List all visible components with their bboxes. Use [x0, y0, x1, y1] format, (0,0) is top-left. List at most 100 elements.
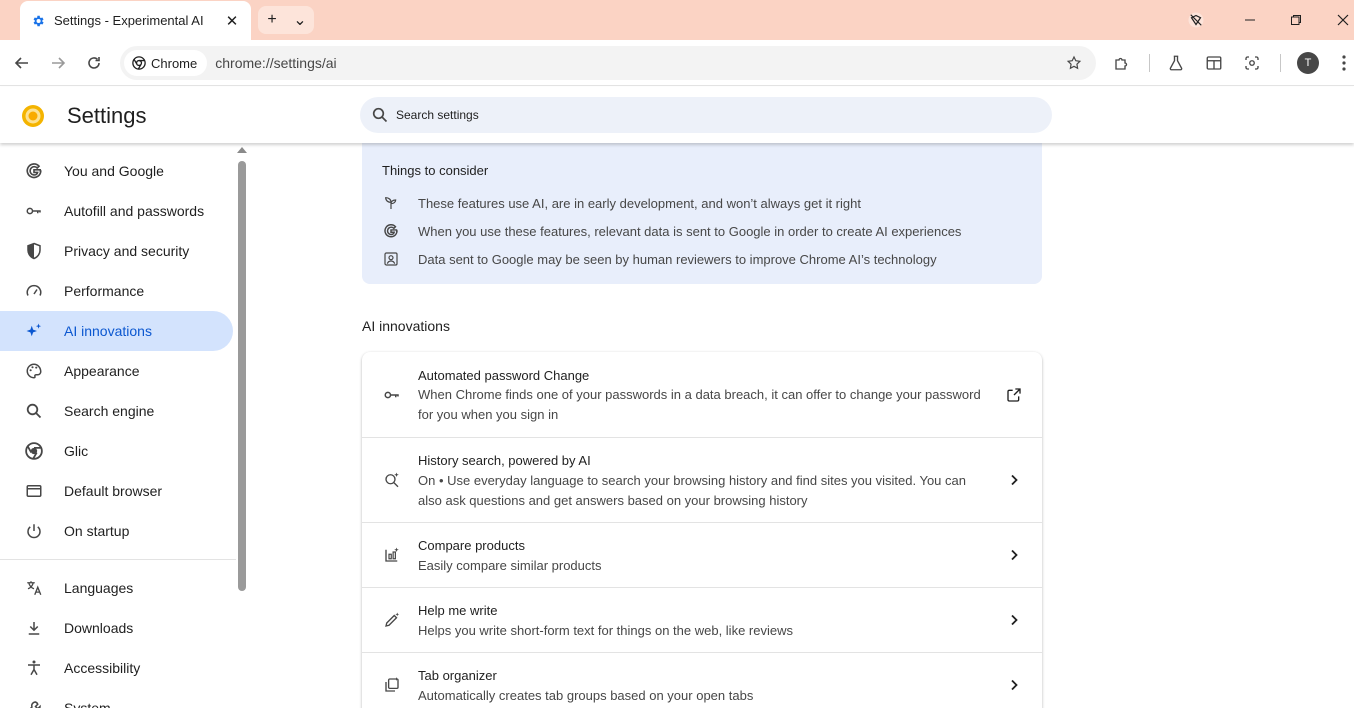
close-window-icon[interactable] — [1320, 0, 1354, 40]
sidebar-item-default-browser[interactable]: Default browser — [0, 471, 233, 511]
sidebar-item-label: You and Google — [64, 163, 164, 179]
settings-header: Settings Search settings — [0, 87, 1354, 143]
bookmark-star-icon[interactable] — [1060, 49, 1088, 77]
reload-icon[interactable] — [80, 49, 108, 77]
sidebar-item-label: System — [64, 700, 111, 708]
sparkle-search-icon — [382, 470, 402, 490]
feature-description: Helps you write short-form text for thin… — [418, 623, 793, 638]
feature-row-compare-products[interactable]: Compare products Easily compare similar … — [362, 522, 1042, 587]
feature-row-tab-organizer[interactable]: Tab organizer Automatically creates tab … — [362, 652, 1042, 708]
toolbar-separator — [1280, 54, 1281, 72]
close-tab-icon[interactable]: ✕ — [223, 12, 241, 30]
browser-window-icon — [24, 481, 44, 501]
sidebar-item-appearance[interactable]: Appearance — [0, 351, 233, 391]
feature-row-history-search[interactable]: History search, powered by AI On • Use e… — [362, 437, 1042, 522]
feature-description: Automatically creates tab groups based o… — [418, 688, 754, 703]
sidebar-item-system[interactable]: System — [0, 688, 233, 708]
translate-icon — [24, 578, 44, 598]
sidebar-item-label: AI innovations — [64, 323, 152, 339]
consider-text: These features use AI, are in early deve… — [418, 195, 861, 211]
labs-flask-icon[interactable] — [1162, 49, 1190, 77]
google-g-icon — [382, 222, 400, 240]
profile-avatar[interactable]: T — [1297, 52, 1319, 74]
download-icon — [24, 618, 44, 638]
feature-title: Compare products — [418, 538, 525, 553]
sidebar-item-performance[interactable]: Performance — [0, 271, 233, 311]
tab-strip: Settings - Experimental AI ✕ + ⌄ — [0, 0, 1354, 40]
chrome-icon — [132, 56, 146, 70]
site-info-chip[interactable]: Chrome — [124, 50, 208, 76]
section-title-ai-innovations: AI innovations — [362, 318, 450, 334]
back-arrow-icon[interactable] — [8, 49, 36, 77]
speedometer-icon — [24, 281, 44, 301]
sidebar-item-label: Default browser — [64, 483, 163, 499]
sidebar-item-ai-innovations[interactable]: AI innovations — [0, 311, 233, 351]
external-link-icon[interactable] — [1002, 383, 1026, 407]
wrench-icon — [24, 698, 44, 708]
feature-title: Help me write — [418, 603, 498, 618]
side-panel-icon[interactable] — [1200, 49, 1228, 77]
search-settings-input[interactable]: Search settings — [360, 97, 1052, 133]
key-icon — [382, 385, 402, 405]
tab-title: Settings - Experimental AI — [54, 13, 204, 28]
chevron-right-icon[interactable] — [1002, 543, 1026, 567]
consider-text: When you use these features, relevant da… — [418, 223, 962, 239]
scrollbar-thumb[interactable] — [238, 161, 246, 591]
address-bar[interactable]: Chrome chrome://settings/ai — [120, 46, 1096, 80]
ai-features-card: Automated password Change When Chrome fi… — [362, 352, 1042, 708]
scroll-up-arrow-icon[interactable] — [237, 147, 247, 153]
chevron-right-icon[interactable] — [1002, 468, 1026, 492]
tab-search-icon[interactable]: ⌄ — [286, 6, 314, 34]
chevron-right-icon[interactable] — [1002, 608, 1026, 632]
url-text[interactable]: chrome://settings/ai — [215, 55, 1060, 71]
sidebar-item-label: Accessibility — [64, 660, 141, 676]
sidebar-item-autofill[interactable]: Autofill and passwords — [0, 191, 233, 231]
sidebar-item-label: Privacy and security — [64, 243, 190, 259]
forward-arrow-icon[interactable] — [44, 49, 72, 77]
search-icon — [372, 107, 388, 123]
settings-logo-icon — [21, 104, 45, 128]
sidebar-item-languages[interactable]: Languages — [0, 568, 233, 608]
feature-row-automated-password-change[interactable]: Automated password Change When Chrome fi… — [362, 352, 1042, 437]
key-icon — [24, 201, 44, 221]
browser-toolbar: Chrome chrome://settings/ai — [0, 40, 1354, 86]
palette-icon — [24, 361, 44, 381]
sidebar-item-label: On startup — [64, 523, 130, 539]
feature-title: Automated password Change — [418, 368, 590, 383]
consider-title: Things to consider — [382, 163, 489, 178]
feature-row-help-me-write[interactable]: Help me write Helps you write short-form… — [362, 587, 1042, 652]
browser-tab-settings[interactable]: Settings - Experimental AI ✕ — [20, 1, 251, 40]
sidebar-scrollbar[interactable] — [236, 143, 248, 708]
page-title: Settings — [67, 103, 147, 128]
extensions-icon[interactable] — [1108, 49, 1136, 77]
compare-icon — [382, 545, 402, 565]
feature-description: When Chrome finds one of your passwords … — [418, 387, 981, 422]
incognito-glic-icon[interactable] — [1173, 0, 1219, 40]
sidebar-item-glic[interactable]: Glic — [0, 431, 233, 471]
lens-camera-icon[interactable] — [1238, 49, 1266, 77]
chrome-icon — [24, 441, 44, 461]
consider-item: Data sent to Google may be seen by human… — [382, 249, 937, 269]
sidebar-item-label: Languages — [64, 580, 134, 596]
tab-actions: + ⌄ — [258, 6, 314, 34]
restore-icon[interactable] — [1273, 0, 1319, 40]
sidebar-item-search-engine[interactable]: Search engine — [0, 391, 233, 431]
power-icon — [24, 521, 44, 541]
sidebar-item-you-and-google[interactable]: You and Google — [0, 151, 233, 191]
tab-group-icon — [382, 675, 402, 695]
search-icon — [24, 401, 44, 421]
sidebar-item-privacy[interactable]: Privacy and security — [0, 231, 233, 271]
feature-title: Tab organizer — [418, 668, 497, 683]
sidebar-item-label: Glic — [64, 443, 89, 459]
new-tab-icon[interactable]: + — [258, 6, 286, 34]
chevron-right-icon[interactable] — [1002, 673, 1026, 697]
sidebar-item-label: Appearance — [64, 363, 140, 379]
sidebar-item-accessibility[interactable]: Accessibility — [0, 648, 233, 688]
consider-item: When you use these features, relevant da… — [382, 221, 961, 241]
sidebar-item-label: Autofill and passwords — [64, 203, 205, 219]
sidebar-item-downloads[interactable]: Downloads — [0, 608, 233, 648]
sidebar-item-on-startup[interactable]: On startup — [0, 511, 233, 551]
more-menu-icon[interactable] — [1330, 49, 1354, 77]
toolbar-separator — [1149, 54, 1150, 72]
minimize-icon[interactable] — [1227, 0, 1273, 40]
